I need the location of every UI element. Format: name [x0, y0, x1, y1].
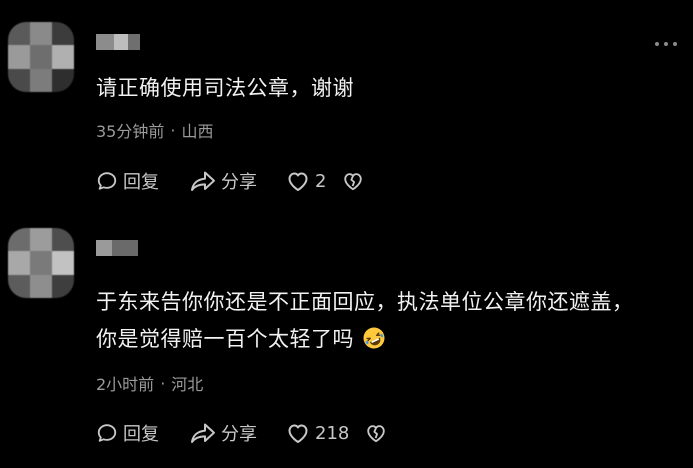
comment-item: 请正确使用司法公章，谢谢 35分钟前 · 山西 回复 分享 2 — [0, 0, 693, 214]
comment-text-line: 请正确使用司法公章，谢谢 — [96, 76, 354, 100]
comment-item: 于东来告你你还是不正面回应，执法单位公章你还遮盖， 你是觉得赔一百个太轻了吗 2… — [0, 214, 693, 468]
meta-separator: · — [170, 120, 176, 140]
avatar[interactable] — [8, 228, 74, 298]
comment-time: 2小时前 — [96, 375, 155, 394]
comment-location: 河北 — [171, 375, 204, 394]
reply-label: 回复 — [123, 172, 159, 193]
reply-button[interactable]: 回复 — [96, 168, 190, 194]
username-censored[interactable] — [96, 34, 140, 50]
comment-text: 请正确使用司法公章，谢谢 — [96, 70, 673, 107]
reply-button[interactable]: 回复 — [96, 420, 190, 446]
share-label: 分享 — [221, 172, 257, 193]
heart-icon — [288, 172, 308, 191]
comment-actions: 回复 分享 218 — [96, 420, 387, 446]
share-button[interactable]: 分享 — [190, 168, 286, 194]
dislike-button[interactable] — [365, 422, 387, 444]
meta-separator: · — [160, 373, 166, 393]
avatar[interactable] — [8, 22, 74, 92]
like-count: 2 — [315, 170, 327, 192]
like-count: 218 — [315, 422, 350, 444]
share-label: 分享 — [221, 424, 257, 445]
more-dots-icon[interactable] — [655, 40, 679, 48]
comment-text: 于东来告你你还是不正面回应，执法单位公章你还遮盖， 你是觉得赔一百个太轻了吗 — [96, 284, 673, 358]
rolling-on-floor-laughing-emoji — [363, 327, 385, 349]
share-button[interactable]: 分享 — [190, 420, 286, 446]
comment-text-segment: 你是觉得赔一百个太轻了吗 — [96, 327, 354, 351]
like-button[interactable]: 2 — [286, 170, 326, 192]
share-arrow-icon — [191, 171, 215, 191]
broken-heart-icon — [344, 173, 363, 191]
comment-text-line: 于东来告你你还是不正面回应，执法单位公章你还遮盖， — [96, 290, 634, 314]
broken-heart-icon — [367, 425, 386, 443]
username-censored[interactable] — [96, 240, 138, 256]
speech-bubble-icon — [97, 172, 117, 190]
comment-meta: 35分钟前 · 山西 — [96, 118, 213, 142]
comment-location: 山西 — [181, 122, 214, 141]
speech-bubble-icon — [97, 424, 117, 442]
comment-time: 35分钟前 — [96, 122, 165, 141]
comment-meta: 2小时前 · 河北 — [96, 371, 203, 395]
dislike-button[interactable] — [342, 170, 364, 192]
comment-text-line: 你是觉得赔一百个太轻了吗 — [96, 321, 673, 358]
share-arrow-icon — [191, 423, 215, 443]
heart-icon — [288, 424, 308, 443]
like-button[interactable]: 218 — [286, 422, 349, 444]
comment-actions: 回复 分享 2 — [96, 168, 364, 194]
reply-label: 回复 — [123, 424, 159, 445]
